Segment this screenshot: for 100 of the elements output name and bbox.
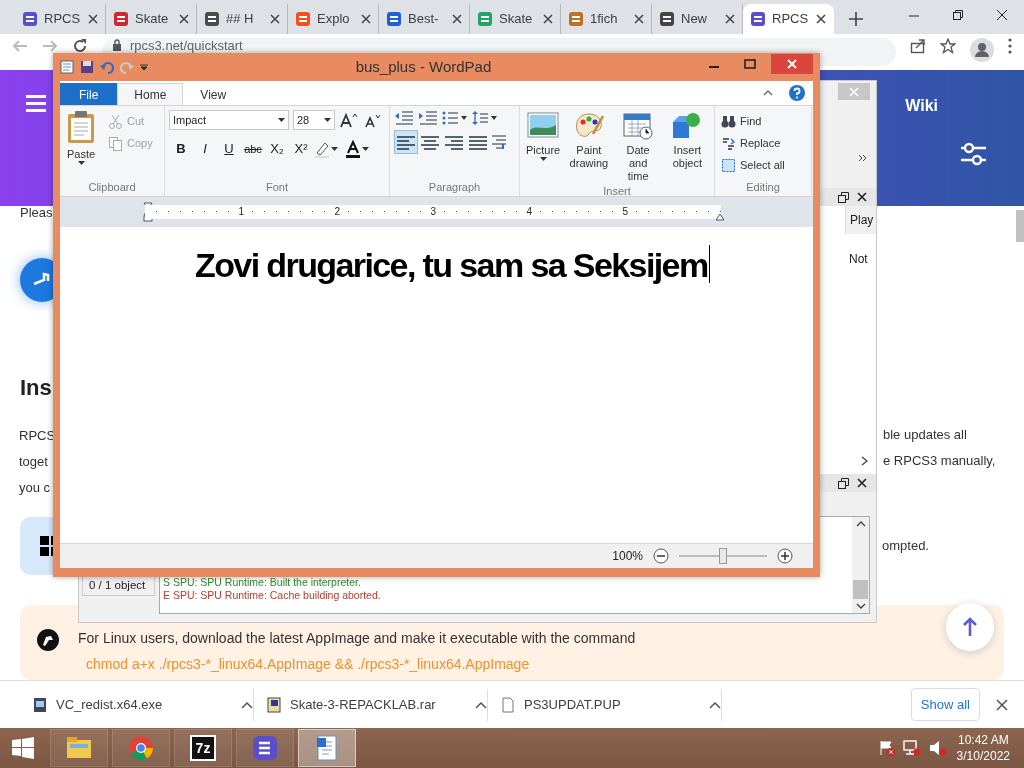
taskbar-app[interactable] [298, 729, 356, 767]
align-left-button[interactable] [394, 130, 418, 154]
save-icon[interactable] [80, 60, 94, 74]
indent-marker-icon[interactable] [715, 213, 725, 221]
restore-icon[interactable] [952, 9, 964, 21]
bold-button[interactable]: B [169, 138, 193, 160]
download-item[interactable]: VC_redist.x64.exe [20, 688, 254, 721]
scissors-icon [108, 113, 123, 129]
line-spacing-icon[interactable] [472, 110, 498, 126]
italic-button[interactable]: I [193, 138, 217, 160]
volume-muted-icon[interactable] [928, 740, 947, 756]
customize-caret-icon[interactable] [140, 63, 148, 71]
collapse-ribbon-icon[interactable] [763, 90, 773, 96]
document-icon[interactable] [60, 60, 74, 74]
font-name-field[interactable]: Impact [169, 110, 289, 130]
taskbar-app[interactable] [236, 729, 294, 767]
close-icon [849, 86, 859, 97]
browser-tab[interactable]: 1fich [561, 4, 652, 34]
scroll-right-icon[interactable] [861, 456, 868, 466]
strikethrough-button[interactable]: abc [241, 138, 265, 160]
ribbon-button[interactable]: Picture [524, 110, 563, 183]
star-icon[interactable] [940, 38, 956, 54]
ribbon-button[interactable]: Insert object [664, 110, 710, 183]
zoom-out-icon[interactable] [653, 548, 669, 564]
float-icon[interactable] [838, 191, 849, 203]
font-size-field[interactable]: 28 [293, 110, 335, 130]
maximize-icon[interactable] [744, 59, 756, 69]
reload-icon[interactable] [72, 38, 88, 54]
browser-tab[interactable]: ## H [197, 4, 288, 34]
paragraph-icon[interactable] [490, 134, 508, 150]
close-icon[interactable] [725, 14, 735, 24]
caret-icon[interactable] [709, 700, 721, 709]
taskbar-app[interactable] [50, 729, 108, 767]
nav-link[interactable]: Wiki [905, 94, 938, 118]
slider-thumb[interactable] [719, 548, 727, 564]
close-icon[interactable] [816, 14, 826, 24]
browser-tab[interactable]: RPCS [743, 4, 834, 34]
close-icon[interactable] [543, 14, 553, 24]
browser-tab[interactable]: Best- [379, 4, 470, 34]
ribbon-button[interactable]: Paint drawing [566, 110, 612, 183]
caret-icon[interactable] [475, 700, 487, 709]
shrink-font-icon[interactable] [363, 112, 381, 128]
taskbar-app[interactable]: 7z [174, 729, 232, 767]
superscript-button[interactable]: X² [289, 138, 313, 160]
share-icon[interactable] [910, 38, 926, 54]
browser-tab[interactable]: Skate [470, 4, 561, 34]
subscript-button[interactable]: X₂ [265, 138, 289, 160]
menu-icon[interactable] [26, 94, 46, 112]
scroll-down-icon[interactable] [855, 603, 866, 609]
float-icon[interactable] [838, 477, 849, 489]
close-icon[interactable] [857, 192, 867, 202]
close-icon[interactable] [452, 14, 462, 24]
profile-icon[interactable] [970, 38, 994, 62]
grow-font-icon[interactable] [339, 112, 359, 128]
column-header[interactable]: Play [845, 206, 876, 234]
group-label: Clipboard [87, 180, 137, 195]
ribbon-button[interactable]: Replace [719, 132, 787, 154]
show-all-button[interactable]: Show all [910, 687, 980, 722]
ribbon-button[interactable]: Find [719, 110, 787, 132]
settings-sliders-icon[interactable] [960, 142, 986, 166]
taskbar-app[interactable] [112, 729, 170, 767]
close-icon[interactable] [88, 14, 98, 24]
browser-tab[interactable]: RPCS [15, 4, 106, 34]
close-icon[interactable] [996, 9, 1008, 21]
browser-tab[interactable]: Explo [288, 4, 379, 34]
browser-tab[interactable]: New [652, 4, 743, 34]
caret-icon[interactable] [241, 700, 253, 709]
download-item[interactable]: Skate-3-REPACKLAB.rar [254, 688, 488, 721]
scroll-up-icon[interactable] [855, 521, 866, 527]
ribbon-button[interactable]: Select all [719, 154, 787, 176]
highlighter-icon[interactable] [313, 140, 331, 158]
download-item[interactable]: PS3UPDAT.PUP [488, 688, 722, 721]
menu-icon[interactable] [1008, 38, 1012, 54]
bullet-list-icon[interactable] [442, 110, 468, 126]
close-icon[interactable] [361, 14, 371, 24]
ribbon-tab[interactable]: Home [117, 83, 184, 105]
close-icon[interactable] [179, 14, 189, 24]
caret-icon[interactable] [331, 147, 338, 151]
scrollbar-thumb[interactable] [1016, 210, 1024, 242]
close-icon[interactable] [857, 478, 867, 488]
close-icon[interactable] [634, 14, 644, 24]
scrollbar-thumb[interactable] [853, 580, 868, 599]
browser-tab[interactable]: Skate [106, 4, 197, 34]
increase-indent-icon[interactable] [418, 110, 438, 126]
ribbon-button[interactable]: Date and time [615, 110, 661, 183]
font-color-icon[interactable] [344, 140, 362, 158]
close-button[interactable] [771, 54, 813, 74]
select-all-icon [721, 157, 736, 173]
network-icon[interactable] [902, 740, 921, 756]
close-icon[interactable] [270, 14, 280, 24]
paste-button[interactable]: Paste [64, 110, 98, 179]
clock[interactable]: 10:42 AM 3/10/2022 [956, 732, 1010, 764]
zoom-in-icon[interactable] [777, 548, 793, 564]
flag-icon[interactable] [878, 740, 895, 756]
decrease-indent-icon[interactable] [394, 110, 414, 126]
overflow-chevron-icon[interactable] [858, 154, 868, 162]
caret-icon[interactable] [362, 147, 369, 151]
ribbon-tab[interactable]: File [60, 83, 118, 105]
underline-button[interactable]: U [217, 138, 241, 160]
help-icon[interactable] [789, 85, 805, 101]
